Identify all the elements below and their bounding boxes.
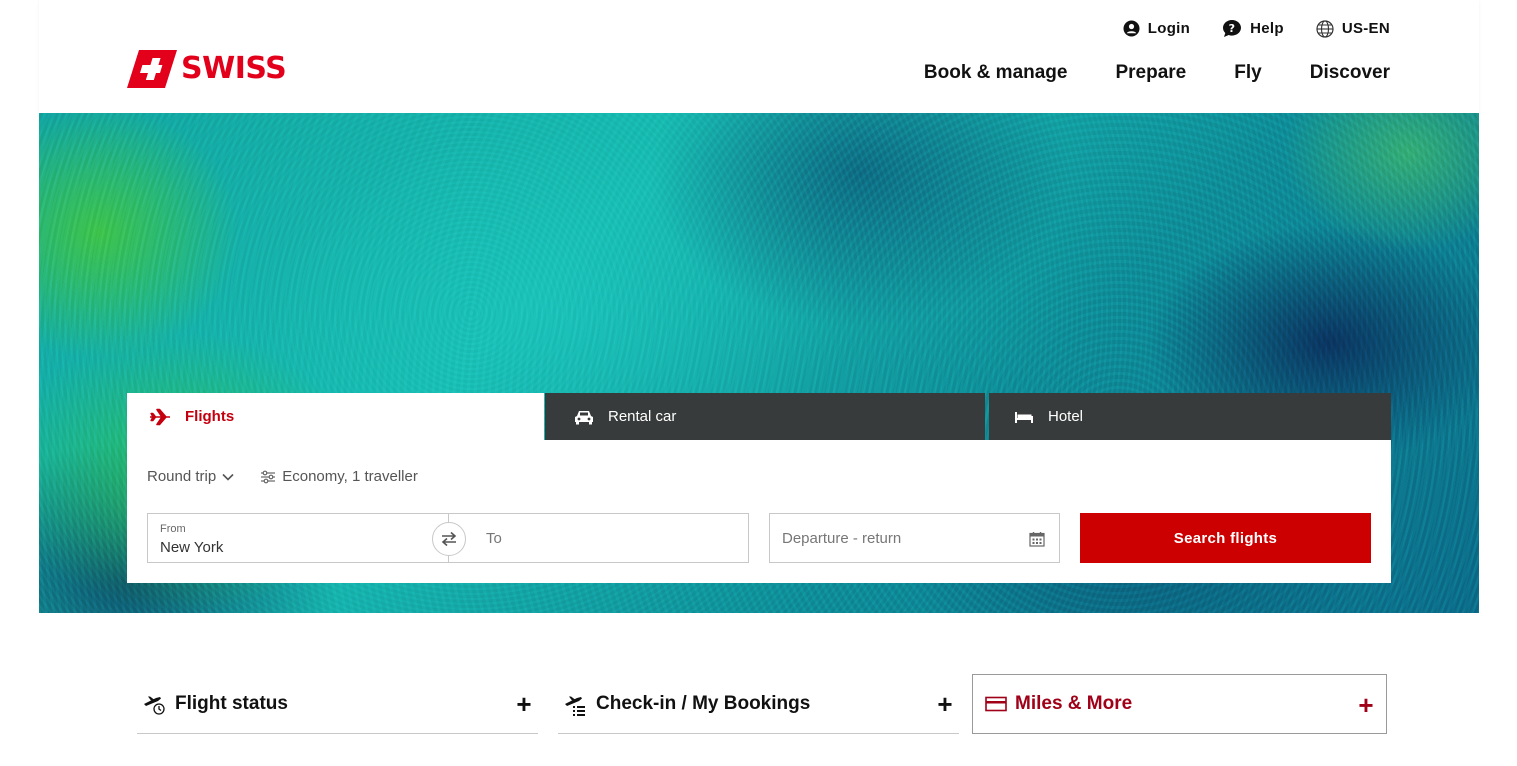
globe-icon [1316,19,1334,38]
miles-more-label: Miles & More [1015,693,1133,714]
calendar-icon [1029,532,1045,547]
utility-nav: Login ? Help US-EN [1123,19,1390,38]
trip-options: Round trip Economy, 1 traveller [147,468,418,485]
chevron-down-icon [222,473,234,481]
nav-prepare[interactable]: Prepare [1115,62,1186,84]
booking-tabs: Flights Rental car Hotel [127,393,1391,440]
tab-flights-label: Flights [185,408,235,425]
airplane-icon [150,408,170,425]
tab-hotel-label: Hotel [1048,408,1084,425]
trip-type-label: Round trip [147,468,217,485]
svg-text:?: ? [1229,22,1236,35]
nav-discover[interactable]: Discover [1310,62,1390,84]
tab-rental-car[interactable]: Rental car [545,393,985,440]
swiss-logo[interactable]: SWISS [127,50,287,88]
flight-status-accordion[interactable]: Flight status + [137,674,538,734]
plane-list-icon [562,691,588,717]
expand-icon: + [1358,689,1374,720]
page: SWISS Login ? Help US-EN Book & manage P… [39,0,1479,766]
miles-more-accordion[interactable]: Miles & More + [972,674,1387,734]
search-flights-button[interactable]: Search flights [1080,513,1371,563]
plane-clock-icon [141,691,167,717]
from-value: New York [160,539,224,556]
help-bubble-icon: ? [1223,20,1242,37]
checkin-label: Check-in / My Bookings [596,692,811,714]
language-selector[interactable]: US-EN [1316,19,1390,38]
swiss-flag-icon [127,50,177,88]
help-link[interactable]: ? Help [1222,19,1284,38]
booking-panel: Round trip Economy, 1 traveller From New… [127,440,1391,583]
checkin-accordion[interactable]: Check-in / My Bookings + [558,674,959,734]
language-label: US-EN [1341,20,1390,37]
bed-icon [1015,411,1033,423]
nav-book-manage[interactable]: Book & manage [924,62,1068,84]
dates-placeholder: Departure - return [782,530,902,547]
to-placeholder: To [486,530,502,547]
cabin-travellers-select[interactable]: Economy, 1 traveller [260,468,418,485]
tab-hotel[interactable]: Hotel [989,393,1391,440]
dates-field[interactable]: Departure - return [769,513,1060,563]
login-label: Login [1147,20,1191,37]
expand-icon: + [937,688,953,719]
help-label: Help [1250,20,1284,37]
login-link[interactable]: Login [1123,20,1190,37]
main-nav: Book & manage Prepare Fly Discover [924,62,1390,84]
car-icon [575,410,593,424]
sliders-icon [261,470,276,483]
from-field[interactable]: From New York [148,514,449,562]
trip-type-select[interactable]: Round trip [147,468,234,485]
from-label: From [160,523,186,535]
expand-icon: + [516,688,532,719]
flight-status-label: Flight status [175,692,288,714]
card-icon [983,691,1009,717]
user-circle-icon [1123,20,1140,37]
nav-fly[interactable]: Fly [1234,62,1261,84]
site-header: SWISS Login ? Help US-EN Book & manage P… [39,0,1479,113]
tab-rental-car-label: Rental car [608,408,677,425]
tab-flights[interactable]: Flights [127,393,544,440]
route-fields: From New York To [147,513,749,563]
cabin-travellers-label: Economy, 1 traveller [282,468,418,485]
to-field[interactable]: To [450,514,748,562]
brand-name: SWISS [181,51,287,86]
